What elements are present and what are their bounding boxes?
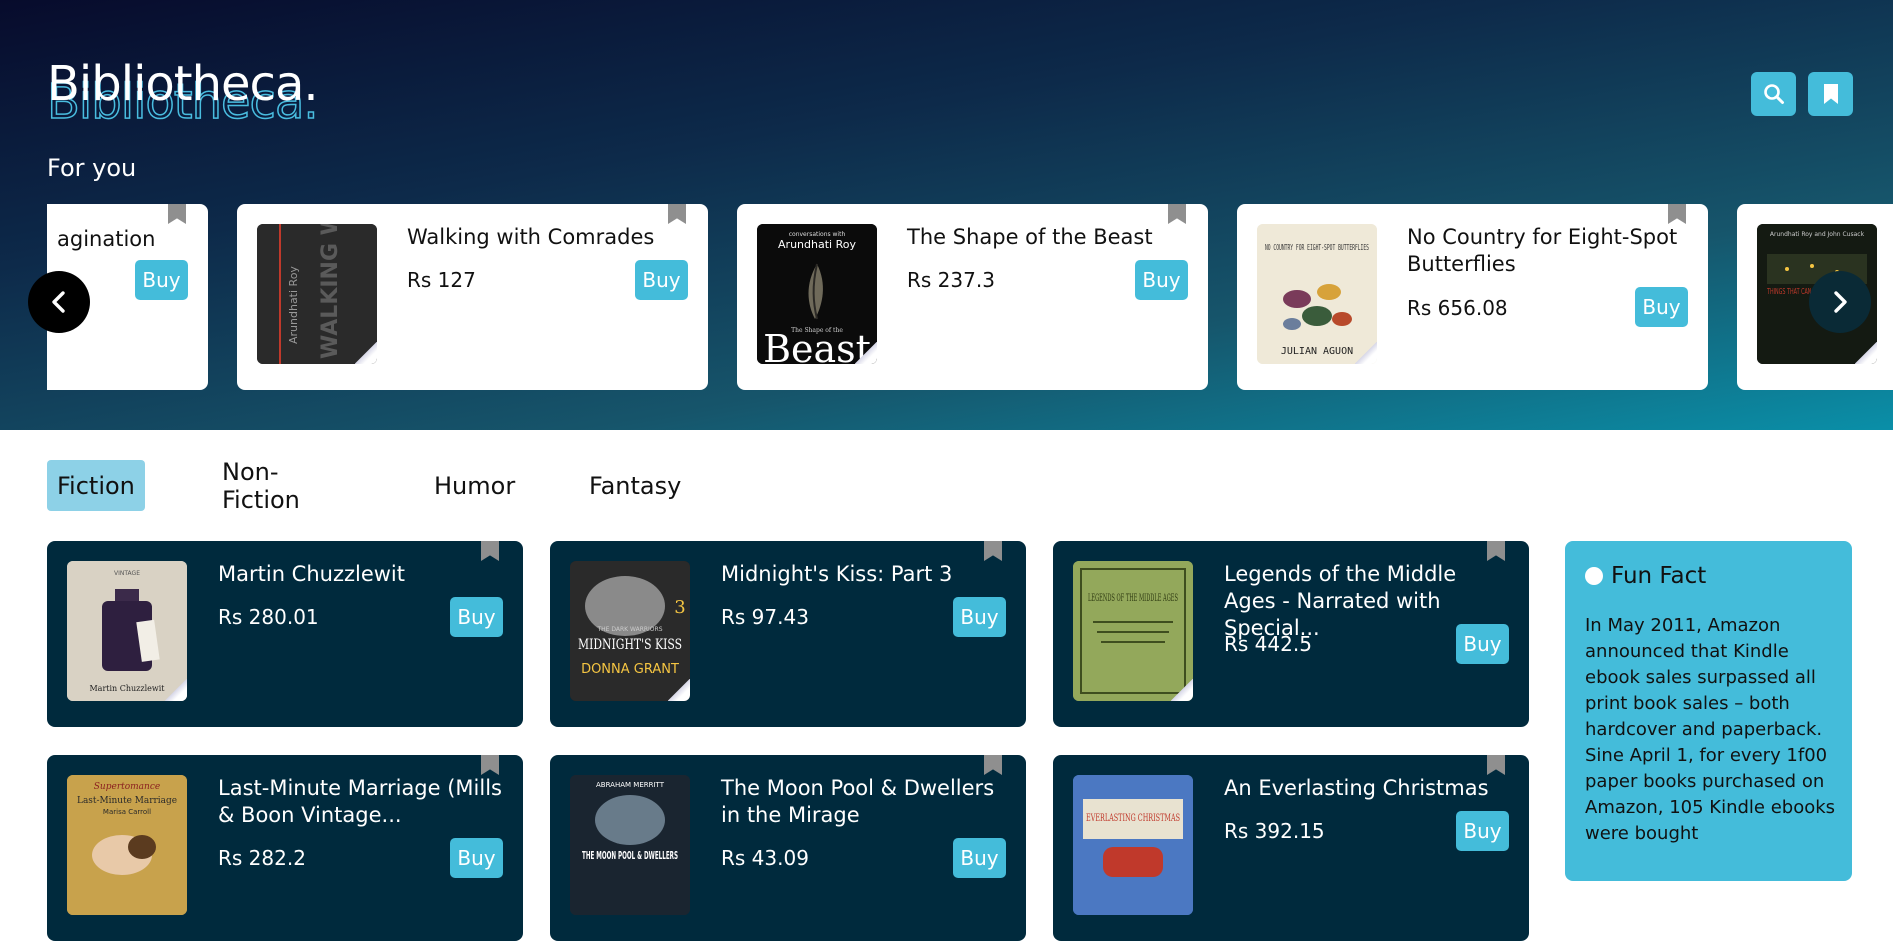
book-price: Rs 392.15 bbox=[1224, 819, 1325, 843]
buy-button[interactable]: Buy bbox=[135, 260, 188, 300]
buy-button[interactable]: Buy bbox=[1456, 624, 1509, 664]
cover-author: Arundhati Roy and John Cusack bbox=[1770, 231, 1865, 238]
chevron-right-icon bbox=[1834, 291, 1847, 313]
cover-title: MIDNIGHT'S KISS bbox=[578, 637, 682, 653]
book-price: Rs 442.5 bbox=[1224, 632, 1312, 656]
buy-button[interactable]: Buy bbox=[1456, 811, 1509, 851]
book-title: Martin Chuzzlewit bbox=[218, 562, 406, 586]
book-price: Rs 97.43 bbox=[721, 605, 809, 629]
book-cover: EVERLASTING CHRISTMAS bbox=[1073, 775, 1193, 915]
book-card[interactable]: ABRAHAM MERRITT THE MOON POOL & DWELLERS… bbox=[550, 755, 1026, 941]
cover-title: WALKING WITH COMRADES bbox=[318, 224, 343, 359]
bookmark-icon[interactable] bbox=[1487, 755, 1505, 775]
book-price: Rs 280.01 bbox=[218, 605, 319, 629]
book-title: Walking with Comrades bbox=[407, 225, 655, 249]
bullet-icon bbox=[1585, 567, 1603, 585]
book-price: Rs 656.08 bbox=[1407, 296, 1508, 320]
cover-author: Marisa Carroll bbox=[103, 808, 151, 816]
book-title: The Shape of the Beast bbox=[907, 225, 1153, 249]
cover-title: Last-Minute Marriage bbox=[77, 796, 177, 806]
book-title: The Moon Pool & Dwellers in the Mirage bbox=[721, 776, 995, 827]
bookmark-icon[interactable] bbox=[668, 204, 686, 224]
tab-fantasy[interactable]: Fantasy bbox=[579, 460, 691, 511]
buy-button[interactable]: Buy bbox=[450, 597, 503, 637]
cover-author: Arundhati Roy bbox=[778, 238, 856, 251]
carousel-card[interactable]: Arundhati Roy WALKING WITH COMRADES Walk… bbox=[237, 204, 708, 390]
book-card[interactable]: VINTAGE Martin Chuzzlewit Martin Chuzzle… bbox=[47, 541, 523, 727]
bookmark-icon[interactable] bbox=[481, 541, 499, 561]
cover-title: LEGENDS OF THE MIDDLE AGES bbox=[1088, 593, 1178, 604]
book-card[interactable]: LEGENDS OF THE MIDDLE AGES Legends of th… bbox=[1053, 541, 1529, 727]
cover-title: NO COUNTRY FOR EIGHT-SPOT BUTTERFLIES bbox=[1265, 243, 1369, 252]
cover-subtitle: conversations with bbox=[789, 231, 846, 238]
for-you-carousel: agination Buy Arundhati Roy WALKING WITH… bbox=[47, 204, 1893, 390]
buy-button[interactable]: Buy bbox=[450, 838, 503, 878]
hero-section: Bibliotheca. Bibliotheca. For you aginat… bbox=[0, 0, 1893, 430]
book-cover: Arundhati Roy WALKING WITH COMRADES bbox=[257, 224, 377, 364]
cover-series: Supertomance bbox=[94, 782, 160, 792]
carousel-card[interactable]: conversations with Arundhati Roy The Sha… bbox=[737, 204, 1208, 390]
search-button[interactable] bbox=[1751, 72, 1796, 116]
cover-author: Arundhati Roy bbox=[287, 266, 300, 344]
cover-title: Martin Chuzzlewit bbox=[89, 684, 165, 693]
book-price: Rs 237.3 bbox=[907, 268, 995, 292]
book-cover: LEGENDS OF THE MIDDLE AGES bbox=[1073, 561, 1193, 701]
fun-fact-body: In May 2011, Amazon announced that Kindl… bbox=[1585, 615, 1836, 844]
buy-button[interactable]: Buy bbox=[953, 597, 1006, 637]
fun-fact-panel: Fun Fact In May 2011, Amazon announced t… bbox=[1565, 541, 1852, 881]
tab-humor[interactable]: Humor bbox=[424, 460, 525, 511]
book-title: No Country for Eight-Spot Butterflies bbox=[1407, 225, 1678, 276]
bookmark-icon[interactable] bbox=[481, 755, 499, 775]
bookmark-icon bbox=[1823, 84, 1838, 104]
buy-button[interactable]: Buy bbox=[1635, 287, 1688, 327]
tab-fiction[interactable]: Fiction bbox=[47, 460, 145, 511]
bookmark-icon[interactable] bbox=[168, 204, 186, 224]
fun-fact-title: Fun Fact bbox=[1611, 563, 1707, 589]
bookmark-icon[interactable] bbox=[1487, 541, 1505, 561]
book-title: Midnight's Kiss: Part 3 bbox=[721, 562, 953, 586]
book-price: Rs 282.2 bbox=[218, 846, 306, 870]
book-cover: NO COUNTRY FOR EIGHT-SPOT BUTTERFLIES JU… bbox=[1257, 224, 1377, 364]
book-cover: conversations with Arundhati Roy The Sha… bbox=[757, 224, 877, 364]
bookmark-icon[interactable] bbox=[1168, 204, 1186, 224]
bookmark-icon[interactable] bbox=[1668, 204, 1686, 224]
cover-author: JULIAN AGUON bbox=[1281, 346, 1353, 357]
cover-title: EVERLASTING CHRISTMAS bbox=[1086, 813, 1180, 824]
cover-number: 3 bbox=[674, 597, 685, 618]
buy-button[interactable]: Buy bbox=[953, 838, 1006, 878]
book-title: An Everlasting Christmas bbox=[1224, 776, 1489, 800]
carousel-next-button[interactable] bbox=[1809, 271, 1871, 333]
carousel-card[interactable]: NO COUNTRY FOR EIGHT-SPOT BUTTERFLIES JU… bbox=[1237, 204, 1708, 390]
cover-publisher: VINTAGE bbox=[114, 570, 140, 577]
buy-button[interactable]: Buy bbox=[1135, 260, 1188, 300]
bookmark-icon[interactable] bbox=[984, 541, 1002, 561]
cover-series: THE DARK WARRIORS bbox=[596, 626, 662, 633]
cover-title: THE MOON POOL & DWELLERS bbox=[582, 849, 678, 862]
book-cover: ABRAHAM MERRITT THE MOON POOL & DWELLERS bbox=[570, 775, 690, 915]
bookmarks-button[interactable] bbox=[1808, 72, 1853, 116]
book-cover: Supertomance Last-Minute Marriage Marisa… bbox=[67, 775, 187, 915]
book-card[interactable]: Supertomance Last-Minute Marriage Marisa… bbox=[47, 755, 523, 941]
book-cover: THE DARK WARRIORS MIDNIGHT'S KISS 3 DONN… bbox=[570, 561, 690, 701]
tab-non-fiction[interactable]: Non-Fiction bbox=[212, 458, 310, 514]
for-you-heading: For you bbox=[47, 154, 137, 182]
logo-text: Bibliotheca. bbox=[47, 56, 319, 112]
book-card[interactable]: EVERLASTING CHRISTMAS An Everlasting Chr… bbox=[1053, 755, 1529, 941]
chevron-left-icon bbox=[52, 291, 65, 313]
logo: Bibliotheca. Bibliotheca. bbox=[46, 56, 327, 131]
book-card[interactable]: THE DARK WARRIORS MIDNIGHT'S KISS 3 DONN… bbox=[550, 541, 1026, 727]
buy-button[interactable]: Buy bbox=[635, 260, 688, 300]
cover-author: DONNA GRANT bbox=[581, 662, 679, 677]
book-cover: VINTAGE Martin Chuzzlewit bbox=[67, 561, 187, 701]
book-price: Rs 43.09 bbox=[721, 846, 809, 870]
search-icon bbox=[1763, 84, 1784, 104]
book-title: Last-Minute Marriage (Mills & Boon Vinta… bbox=[218, 776, 502, 827]
bookmark-icon[interactable] bbox=[984, 755, 1002, 775]
book-price: Rs 127 bbox=[407, 268, 476, 292]
cover-author: ABRAHAM MERRITT bbox=[596, 781, 665, 789]
carousel-prev-button[interactable] bbox=[28, 271, 90, 333]
